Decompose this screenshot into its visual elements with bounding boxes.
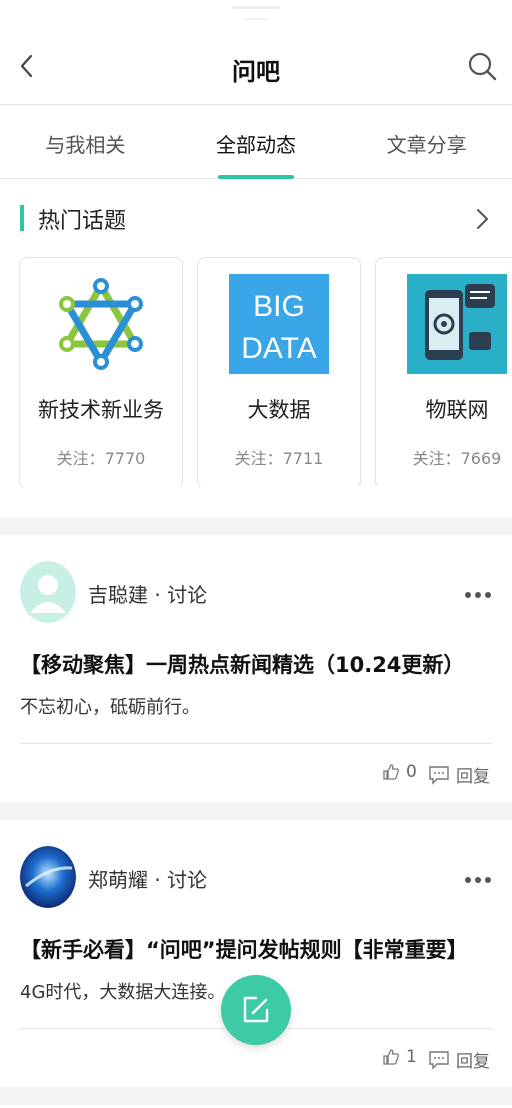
hot-topics-title: 热门话题 bbox=[38, 209, 127, 234]
comment-icon bbox=[429, 765, 449, 785]
section-accent-bar bbox=[20, 205, 24, 231]
hot-topics-header[interactable]: 热门话题 bbox=[0, 179, 512, 257]
post-title[interactable]: 【新手必看】“问吧”提问发帖规则【非常重要】 bbox=[20, 934, 492, 964]
more-options-icon[interactable] bbox=[464, 591, 492, 599]
topic-name: 新技术新业务 bbox=[38, 398, 164, 422]
post-author[interactable]: 吉聪建 · 讨论 bbox=[88, 579, 207, 608]
tech-star-icon bbox=[59, 278, 143, 370]
tab-bar: 与我相关 全部动态 文章分享 bbox=[0, 105, 512, 179]
big-data-image: BIG DATA bbox=[229, 274, 329, 374]
thumbs-up-icon bbox=[383, 764, 399, 780]
tab-related-to-me[interactable]: 与我相关 bbox=[0, 105, 171, 178]
edit-icon bbox=[243, 996, 269, 1023]
reply-button[interactable]: 回复 bbox=[428, 1047, 490, 1072]
topic-name: 物联网 bbox=[425, 398, 489, 422]
thumbs-up-icon bbox=[383, 1049, 399, 1065]
like-button[interactable]: 0 bbox=[382, 762, 417, 782]
like-count: 1 bbox=[406, 1047, 417, 1067]
avatar[interactable] bbox=[20, 561, 76, 623]
status-area bbox=[0, 0, 512, 30]
page: 问吧 与我相关 全部动态 文章分享 热门话题 新技术新业务 关注：7770 BI… bbox=[0, 0, 512, 1108]
page-title: 问吧 bbox=[232, 58, 280, 86]
avatar[interactable] bbox=[20, 846, 76, 908]
post-card[interactable]: 郑萌耀 · 讨论 【新手必看】“问吧”提问发帖规则【非常重要】 4G时代，大数据… bbox=[0, 820, 512, 1087]
compose-button[interactable] bbox=[221, 975, 291, 1045]
header: 问吧 bbox=[0, 30, 512, 105]
tab-label: 文章分享 bbox=[386, 133, 467, 157]
reply-button[interactable]: 回复 bbox=[428, 762, 490, 787]
post-card[interactable]: 吉聪建 · 讨论 【移动聚焦】一周热点新闻精选（10.24更新） 不忘初心，砥砺… bbox=[0, 535, 512, 802]
comment-icon bbox=[429, 1050, 449, 1070]
topic-follow-count: 关注：7669 bbox=[412, 449, 502, 468]
post-title[interactable]: 【移动聚焦】一周热点新闻精选（10.24更新） bbox=[20, 649, 492, 679]
chevron-right-icon[interactable] bbox=[472, 207, 492, 231]
post-divider-gap bbox=[0, 1087, 512, 1105]
topic-card-iot[interactable]: 物联网 关注：7669 bbox=[375, 257, 512, 487]
iot-phone-image bbox=[407, 274, 507, 374]
status-indicator-2 bbox=[244, 18, 268, 20]
topic-follow-count: 关注：7770 bbox=[56, 449, 146, 468]
tab-all-activity[interactable]: 全部动态 bbox=[171, 105, 342, 179]
post-header: 吉聪建 · 讨论 bbox=[20, 535, 492, 643]
reply-label: 回复 bbox=[456, 1052, 490, 1072]
post-header: 郑萌耀 · 讨论 bbox=[20, 820, 492, 928]
topic-card-new-tech[interactable]: 新技术新业务 关注：7770 bbox=[19, 257, 183, 487]
post-author[interactable]: 郑萌耀 · 讨论 bbox=[88, 864, 207, 893]
reply-label: 回复 bbox=[456, 767, 490, 787]
like-count: 0 bbox=[406, 762, 417, 782]
big-data-image-text-2: DATA bbox=[241, 332, 317, 365]
tab-label: 全部动态 bbox=[216, 133, 296, 157]
big-data-image-text-1: BIG bbox=[253, 290, 305, 323]
section-divider bbox=[0, 517, 512, 535]
post-actions: 0 回复 bbox=[20, 744, 492, 802]
hot-topics-list: 新技术新业务 关注：7770 BIG DATA 大数据 关注：7711 物联网 … bbox=[0, 257, 512, 487]
topic-name: 大数据 bbox=[247, 398, 311, 422]
post-excerpt: 不忘初心，砥砺前行。 bbox=[20, 697, 200, 718]
status-indicator bbox=[232, 6, 280, 9]
like-button[interactable]: 1 bbox=[382, 1047, 417, 1067]
search-icon[interactable] bbox=[466, 50, 498, 82]
tab-article-share[interactable]: 文章分享 bbox=[341, 105, 512, 178]
more-options-icon[interactable] bbox=[464, 876, 492, 884]
topic-card-big-data[interactable]: BIG DATA 大数据 关注：7711 bbox=[197, 257, 361, 487]
post-divider-gap bbox=[0, 802, 512, 820]
topic-follow-count: 关注：7711 bbox=[234, 449, 324, 468]
tab-label: 与我相关 bbox=[45, 133, 126, 157]
